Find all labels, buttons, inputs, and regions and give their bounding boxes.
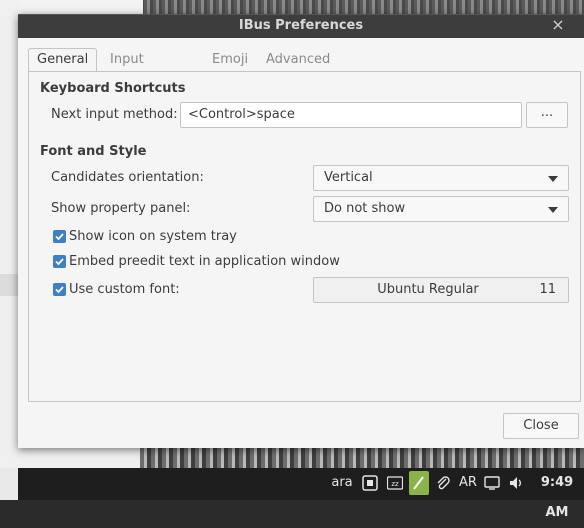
notes-app-icon — [413, 476, 424, 490]
desktop-wallpaper-bottom — [140, 448, 584, 468]
paperclip-icon[interactable] — [435, 475, 451, 491]
font-chooser-button[interactable]: Ubuntu Regular 11 — [313, 277, 569, 303]
show-property-panel-value: Do not show — [324, 201, 406, 216]
candidates-orientation-label: Candidates orientation: — [51, 170, 204, 185]
font-name: Ubuntu Regular — [377, 282, 479, 297]
window-title: IBus Preferences — [238, 18, 364, 33]
taskbar: ara zz AR 9:49 AM — [0, 468, 584, 520]
close-icon[interactable]: × — [550, 15, 566, 35]
desktop-left-stripe — [0, 274, 18, 296]
dropdown-arrow-icon — [548, 176, 558, 182]
general-panel: Keyboard Shortcuts Next input method: <C… — [28, 71, 581, 402]
checkmark-icon — [55, 258, 64, 266]
desktop-window-behind — [18, 0, 143, 14]
desktop-left-edge — [0, 0, 18, 468]
custom-font-checkbox[interactable] — [53, 283, 66, 296]
title-bar[interactable]: IBus Preferences × — [18, 14, 584, 38]
active-app-highlight[interactable] — [409, 471, 429, 495]
show-property-panel-combo[interactable]: Do not show — [313, 196, 569, 222]
keyboard-shortcuts-heading: Keyboard Shortcuts — [40, 81, 186, 96]
tab-general[interactable]: General — [28, 48, 98, 72]
show-icon-label: Show icon on system tray — [69, 229, 237, 244]
volume-icon[interactable] — [508, 475, 524, 491]
embed-preedit-label: Embed preedit text in application window — [69, 254, 340, 269]
show-property-panel-label: Show property panel: — [51, 201, 191, 216]
candidates-orientation-combo[interactable]: Vertical — [313, 165, 569, 191]
close-button[interactable]: Close — [503, 413, 579, 439]
clock[interactable]: 9:49 AM — [530, 468, 584, 520]
display-icon[interactable] — [484, 475, 500, 491]
embed-preedit-checkbox[interactable] — [53, 255, 66, 268]
candidates-orientation-value: Vertical — [324, 170, 373, 185]
show-icon-checkbox[interactable] — [53, 230, 66, 243]
keyboard-icon[interactable]: zz — [387, 475, 403, 491]
font-size: 11 — [539, 282, 556, 297]
tab-advanced[interactable]: Advanced — [258, 49, 338, 71]
tab-input-method[interactable]: Input Method — [102, 49, 167, 89]
ibus-preferences-window: IBus Preferences × General Input Method … — [18, 14, 584, 448]
next-input-method-label: Next input method: — [51, 107, 178, 122]
checkmark-icon — [55, 286, 64, 294]
next-input-method-field[interactable]: <Control>space — [180, 102, 522, 128]
tab-emoji[interactable]: Emoji — [204, 49, 256, 71]
taskbar-left-edge — [0, 468, 18, 500]
shortcut-browse-button[interactable]: ... — [526, 102, 568, 128]
next-input-method-value: <Control>space — [188, 107, 295, 122]
keyboard-layout-indicator[interactable]: AR — [456, 468, 480, 500]
font-and-style-heading: Font and Style — [40, 144, 147, 159]
language-indicator[interactable]: ara — [328, 468, 356, 500]
dropdown-arrow-icon — [548, 207, 558, 213]
checkmark-icon — [55, 233, 64, 241]
desktop-window-behind-bottom — [18, 448, 140, 468]
input-indicator-icon[interactable] — [362, 475, 378, 491]
custom-font-label: Use custom font: — [69, 282, 180, 297]
svg-text:zz: zz — [391, 480, 399, 488]
